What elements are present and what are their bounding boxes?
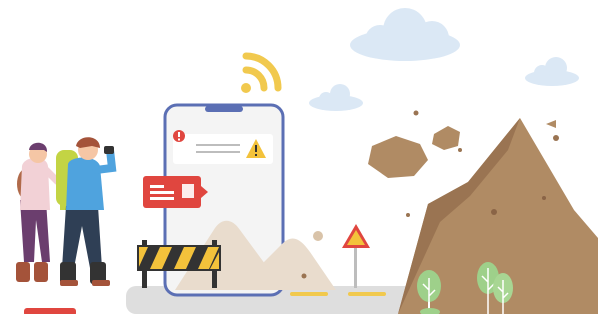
dust-particle [413, 110, 419, 116]
scene-canvas [16, 8, 598, 314]
cloud-small-mid [309, 84, 363, 111]
road-line [290, 292, 328, 296]
wifi-signal-icon [241, 52, 282, 93]
hiker-left [16, 142, 66, 282]
falling-rock-tiny [546, 120, 556, 128]
phone-notch [205, 106, 243, 112]
binoculars [104, 146, 114, 154]
dust-particle [301, 273, 307, 279]
landslide-alert-illustration [0, 0, 598, 314]
falling-rock-large [368, 136, 428, 178]
dust-particle [553, 135, 559, 141]
cloud-small-right [525, 57, 579, 86]
dust-particle [313, 231, 323, 241]
warning-sign [342, 224, 370, 288]
falling-rock-small [432, 126, 460, 150]
dust-particle [458, 148, 462, 152]
message-card-icon [143, 176, 208, 208]
dust-particle [406, 213, 410, 217]
cloud-large [350, 8, 460, 61]
card-edge [24, 308, 76, 314]
hiker-right [56, 137, 117, 286]
road-line [348, 292, 386, 296]
